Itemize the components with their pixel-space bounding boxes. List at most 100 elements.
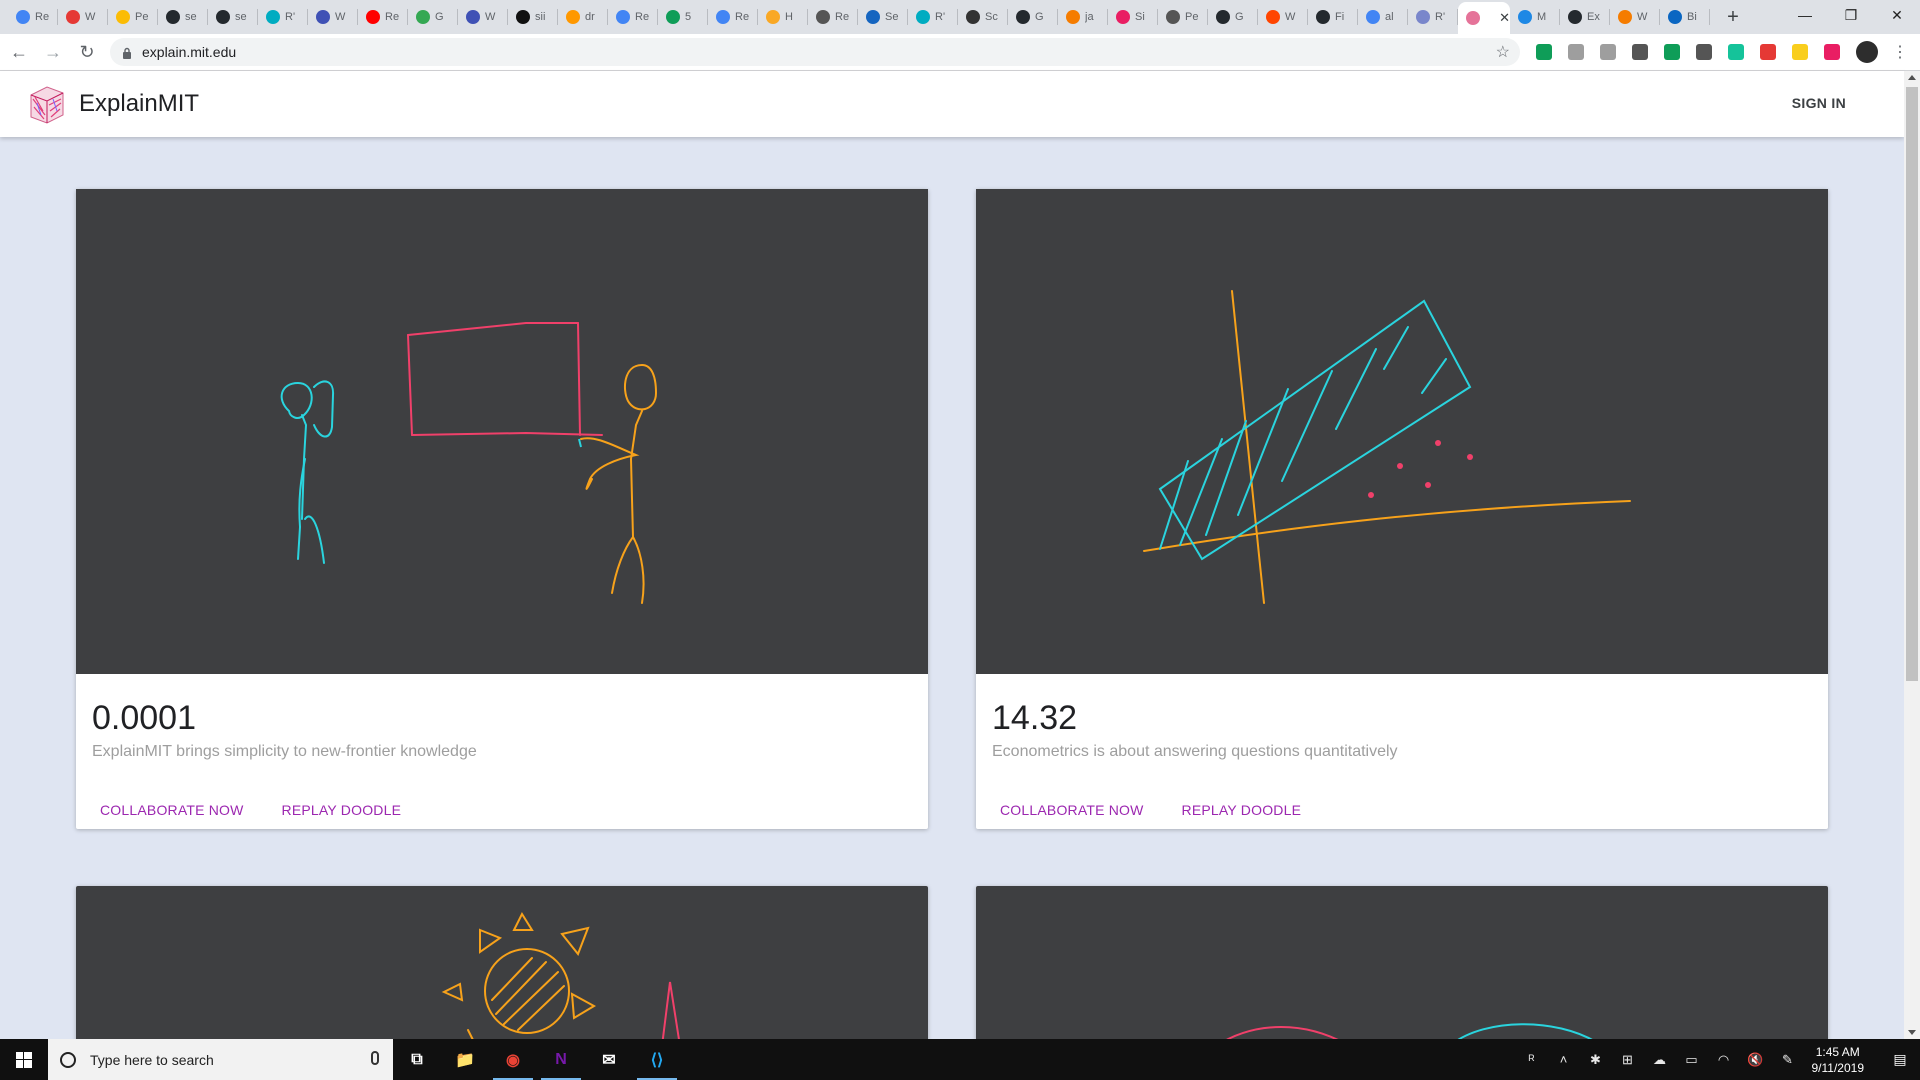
tray-icon[interactable]: ▭: [1680, 1052, 1704, 1068]
tray-icon[interactable]: ˄: [1552, 1052, 1576, 1068]
browser-tab[interactable]: R': [1408, 0, 1458, 34]
start-button[interactable]: [0, 1039, 48, 1080]
scroll-up-arrow[interactable]: [1908, 75, 1916, 80]
extension-icon[interactable]: [1760, 44, 1776, 60]
browser-tab[interactable]: Ex: [1560, 0, 1610, 34]
browser-tab[interactable]: se: [158, 0, 208, 34]
taskbar-search[interactable]: Type here to search: [48, 1039, 393, 1080]
browser-tab[interactable]: W: [1258, 0, 1308, 34]
microphone-icon[interactable]: [371, 1051, 379, 1065]
clock[interactable]: 1:45 AM 9/11/2019: [1812, 1044, 1865, 1076]
doodle-canvas[interactable]: [976, 886, 1828, 1046]
task-view-icon: ⧉: [411, 1050, 423, 1068]
browser-tab[interactable]: Si: [1108, 0, 1158, 34]
doodle-canvas[interactable]: [76, 886, 928, 1046]
tray-icon[interactable]: 🔇: [1744, 1052, 1768, 1068]
browser-tab[interactable]: G: [1008, 0, 1058, 34]
browser-tab[interactable]: G: [1208, 0, 1258, 34]
collaborate-now-button[interactable]: COLLABORATE NOW: [992, 796, 1152, 824]
browser-tab[interactable]: W: [1610, 0, 1660, 34]
extension-icon[interactable]: [1728, 44, 1744, 60]
replay-doodle-button[interactable]: REPLAY DOODLE: [1174, 796, 1310, 824]
tab-favicon-icon: [566, 10, 580, 24]
close-window-button[interactable]: ✕: [1874, 0, 1920, 30]
browser-tab[interactable]: W: [308, 0, 358, 34]
extension-icon[interactable]: [1824, 44, 1840, 60]
browser-tab[interactable]: Pe: [108, 0, 158, 34]
browser-tab[interactable]: M: [1510, 0, 1560, 34]
extension-icon[interactable]: [1568, 44, 1584, 60]
replay-doodle-button[interactable]: REPLAY DOODLE: [274, 796, 410, 824]
profile-avatar[interactable]: [1856, 41, 1878, 63]
browser-tab[interactable]: Re: [608, 0, 658, 34]
bookmark-star-icon[interactable]: ☆: [1496, 42, 1510, 62]
notification-icon[interactable]: ▤: [1880, 1051, 1920, 1068]
browser-tab[interactable]: 5: [658, 0, 708, 34]
chrome-icon: ◉: [506, 1051, 520, 1069]
browser-tab[interactable]: Re: [8, 0, 58, 34]
browser-tab[interactable]: sii: [508, 0, 558, 34]
browser-tab[interactable]: R': [908, 0, 958, 34]
browser-tab[interactable]: G: [408, 0, 458, 34]
maximize-button[interactable]: ❐: [1828, 0, 1874, 30]
vscode-taskbar-icon[interactable]: ⟨⟩: [633, 1039, 681, 1080]
browser-tab[interactable]: Re: [358, 0, 408, 34]
tray-icon[interactable]: ☁: [1648, 1052, 1672, 1068]
app-title[interactable]: ExplainMIT: [79, 90, 199, 118]
explainmit-logo[interactable]: [23, 81, 67, 127]
mail-taskbar-icon[interactable]: ✉: [585, 1039, 633, 1080]
browser-tab[interactable]: dr: [558, 0, 608, 34]
minimize-button[interactable]: —: [1782, 0, 1828, 30]
extension-icon[interactable]: [1664, 44, 1680, 60]
scroll-down-arrow[interactable]: [1908, 1030, 1916, 1035]
tray-icon[interactable]: ⊞: [1616, 1052, 1640, 1068]
sign-in-button[interactable]: SIGN IN: [1792, 95, 1846, 111]
address-bar[interactable]: explain.mit.edu ☆: [110, 38, 1520, 66]
browser-tab[interactable]: Bi: [1660, 0, 1710, 34]
chrome-taskbar-icon[interactable]: ◉: [489, 1039, 537, 1080]
scrollbar-thumb[interactable]: [1906, 87, 1918, 681]
tab-title: Sc: [985, 11, 998, 23]
new-tab-button[interactable]: +: [1716, 0, 1750, 34]
back-button[interactable]: ←: [4, 37, 34, 67]
browser-tab[interactable]: Sc: [958, 0, 1008, 34]
extension-icon[interactable]: [1536, 44, 1552, 60]
reload-button[interactable]: ↻: [72, 37, 102, 67]
collaborate-now-button[interactable]: COLLABORATE NOW: [92, 796, 252, 824]
browser-tab[interactable]: ja: [1058, 0, 1108, 34]
page-scrollbar[interactable]: [1904, 71, 1920, 1039]
tab-favicon-icon: [1618, 10, 1632, 24]
browser-tab[interactable]: se: [208, 0, 258, 34]
doodle-canvas[interactable]: [76, 189, 928, 674]
browser-tab[interactable]: Re: [808, 0, 858, 34]
tray-icon[interactable]: ✎: [1776, 1052, 1800, 1068]
browser-tab-strip: Re W Pe se se R' W Re G Wsii dr Re 5 Re H Re Se R' Sc Gja Si…: [0, 0, 1920, 34]
browser-tab[interactable]: R': [258, 0, 308, 34]
tray-icon[interactable]: ◠: [1712, 1052, 1736, 1068]
clock-date: 9/11/2019: [1811, 1060, 1865, 1075]
extension-icon[interactable]: [1632, 44, 1648, 60]
browser-tab[interactable]: W: [58, 0, 108, 34]
windows-taskbar: Type here to search ⧉ 📁 ◉ N ✉ ⟨⟩ ᴿ ˄ ✱ ⊞ ☁ ▭ ◠ 🔇 ✎ 1:…: [0, 1039, 1920, 1080]
browser-tab[interactable]: W: [458, 0, 508, 34]
browser-tab-active[interactable]: ✕: [1458, 2, 1510, 34]
extension-icon[interactable]: [1792, 44, 1808, 60]
onenote-taskbar-icon[interactable]: N: [537, 1039, 585, 1080]
browser-tab[interactable]: Re: [708, 0, 758, 34]
tray-icon[interactable]: ✱: [1584, 1052, 1608, 1068]
browser-tab[interactable]: al: [1358, 0, 1408, 34]
task-view-taskbar-icon[interactable]: ⧉: [393, 1039, 441, 1080]
browser-tab[interactable]: Fi: [1308, 0, 1358, 34]
browser-tab[interactable]: Se: [858, 0, 908, 34]
extension-icon[interactable]: [1696, 44, 1712, 60]
close-tab-icon[interactable]: ✕: [1499, 10, 1510, 26]
forward-button[interactable]: →: [38, 37, 68, 67]
browser-menu-icon[interactable]: ⋮: [1892, 42, 1908, 62]
extension-icon[interactable]: [1600, 44, 1616, 60]
card-actions: COLLABORATE NOW REPLAY DOODLE: [992, 796, 1331, 824]
browser-tab[interactable]: H: [758, 0, 808, 34]
tray-icon[interactable]: ᴿ: [1520, 1052, 1544, 1068]
file-explorer-taskbar-icon[interactable]: 📁: [441, 1039, 489, 1080]
doodle-canvas[interactable]: [976, 189, 1828, 674]
browser-tab[interactable]: Pe: [1158, 0, 1208, 34]
